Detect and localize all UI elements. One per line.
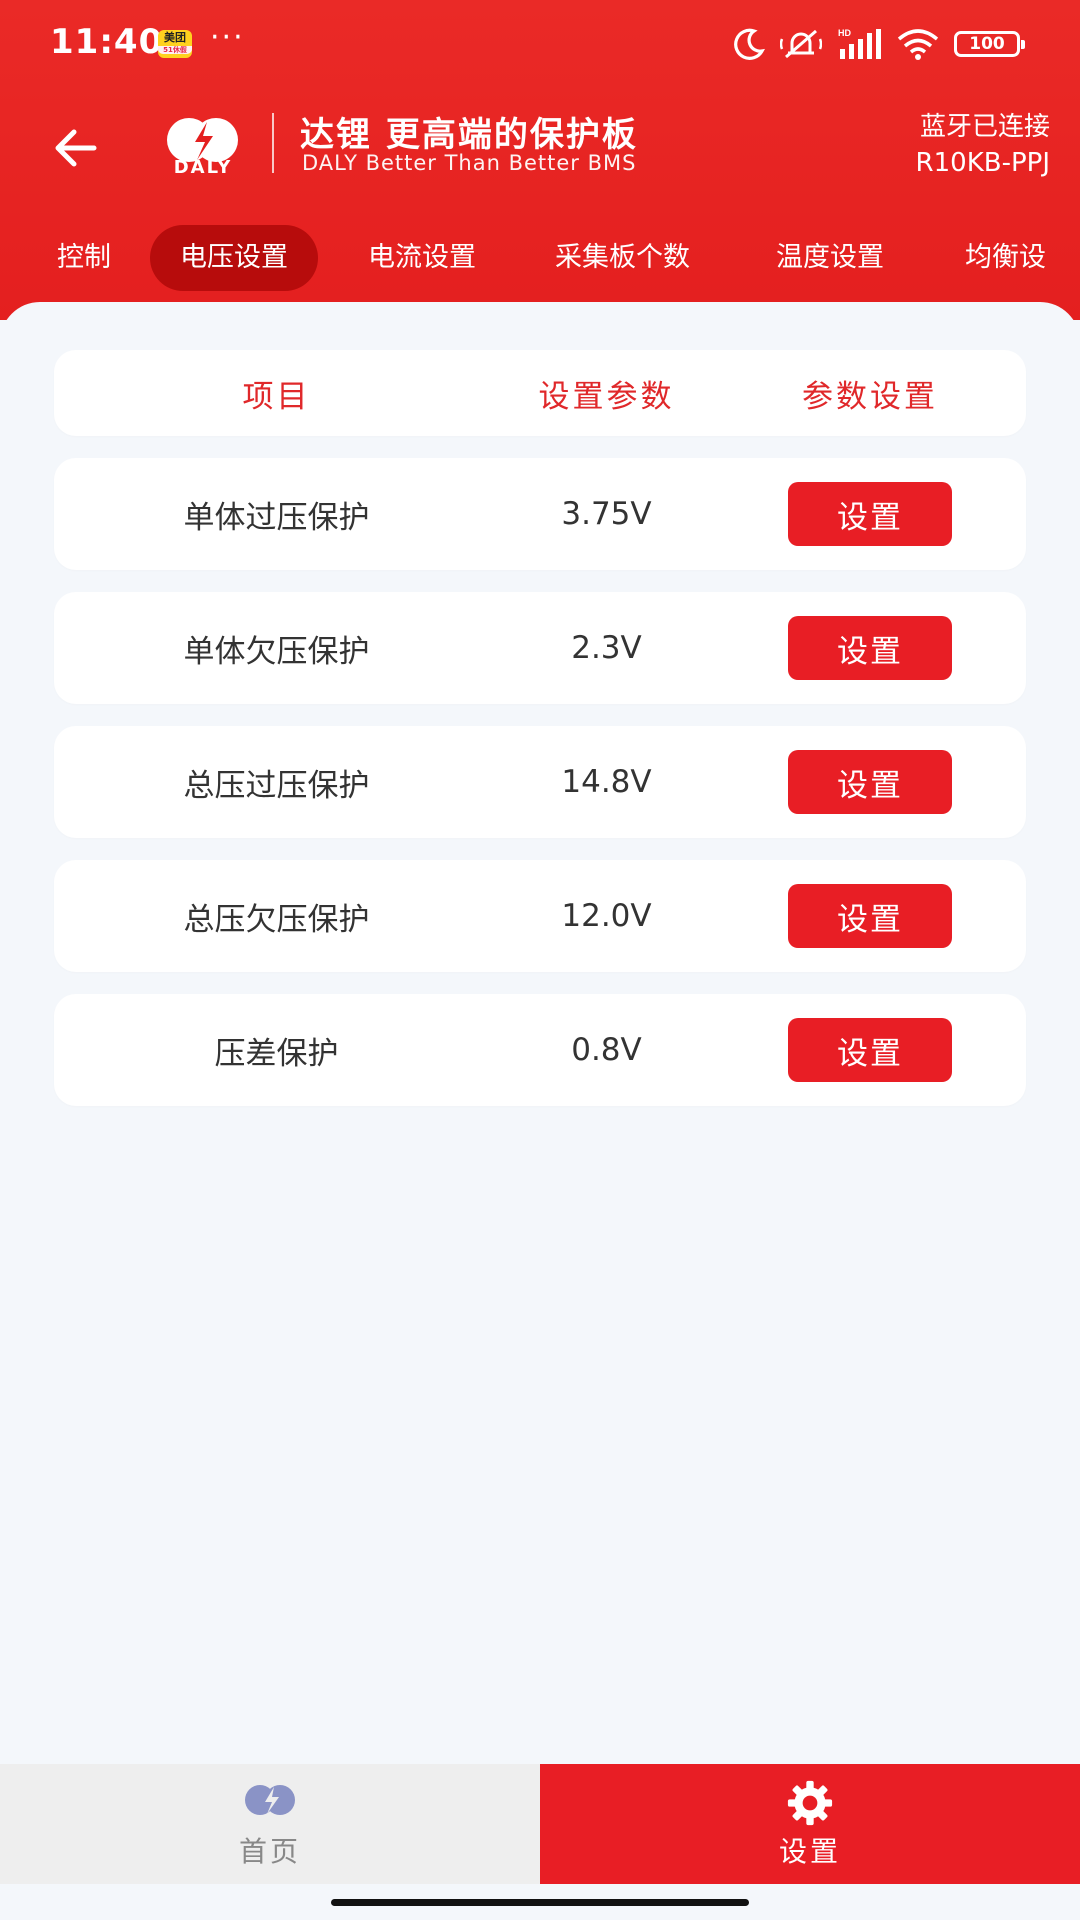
set-cell-undervoltage-button[interactable]: 设置: [788, 616, 952, 680]
daly-logo-icon: [167, 118, 238, 162]
set-voltage-diff-button[interactable]: 设置: [788, 1018, 952, 1082]
app-header: 11:40 美团 51休假 ··· HD 100 DALY 达锂 更高端的保护板 …: [0, 0, 1080, 320]
signal-hd-icon: HD: [838, 28, 881, 59]
table-row: 单体欠压保护 2.3V 设置: [54, 592, 1026, 704]
table-header: 项目 设置参数 参数设置: [54, 350, 1026, 436]
set-total-overvoltage-button[interactable]: 设置: [788, 750, 952, 814]
row-value: 3.75V: [561, 496, 652, 532]
row-item-label: 单体欠压保护: [183, 633, 370, 670]
nav-settings-label: 设置: [778, 1835, 841, 1868]
row-value: 14.8V: [561, 764, 652, 800]
table-row: 总压过压保护 14.8V 设置: [54, 726, 1026, 838]
wifi-icon: [897, 29, 939, 60]
table-row: 总压欠压保护 12.0V 设置: [54, 860, 1026, 972]
bluetooth-status-text: 蓝牙已连接: [919, 112, 1050, 142]
connection-status: 蓝牙已连接 R10KB-PPJ: [916, 109, 1050, 181]
tab-current-settings[interactable]: 电流设置: [368, 225, 476, 291]
divider: [272, 113, 274, 173]
daly-home-icon: [245, 1785, 295, 1815]
row-item-label: 单体过压保护: [183, 499, 370, 536]
tab-control[interactable]: 控制: [57, 225, 111, 291]
battery-icon: 100: [954, 31, 1025, 57]
settings-tabs: 控制 电压设置 电流设置 采集板个数 温度设置 均衡设: [0, 225, 1080, 295]
more-notifications-icon: ···: [210, 20, 245, 55]
moon-icon: [734, 28, 765, 60]
row-item-label: 总压过压保护: [183, 767, 370, 804]
brand-subtitle: DALY Better Than Better BMS: [302, 151, 637, 175]
set-total-undervoltage-button[interactable]: 设置: [788, 884, 952, 948]
nav-settings-tab[interactable]: 设置: [540, 1764, 1080, 1884]
gear-icon: [787, 1780, 833, 1826]
meituan-app-icon: 美团 51休假: [158, 30, 192, 58]
settings-content: 项目 设置参数 参数设置 单体过压保护 3.75V 设置 单体欠压保护 2.3V…: [0, 302, 1080, 1764]
header-action: 参数设置: [802, 378, 938, 415]
tab-board-count[interactable]: 采集板个数: [555, 225, 690, 291]
nav-home-tab[interactable]: 首页: [0, 1764, 540, 1884]
tab-balance-settings[interactable]: 均衡设: [965, 225, 1046, 291]
row-item-label: 压差保护: [214, 1035, 339, 1072]
app-bar: DALY 达锂 更高端的保护板 DALY Better Than Better …: [0, 95, 1080, 200]
header-item: 项目: [242, 378, 311, 415]
status-bar: 11:40 美团 51休假 ··· HD 100: [0, 0, 1080, 90]
tab-temperature-settings[interactable]: 温度设置: [776, 225, 884, 291]
set-cell-overvoltage-button[interactable]: 设置: [788, 482, 952, 546]
row-value: 2.3V: [571, 630, 642, 666]
logo-text: DALY: [173, 157, 233, 178]
bottom-nav: 首页 设置: [0, 1764, 1080, 1884]
row-item-label: 总压欠压保护: [183, 901, 370, 938]
table-row: 单体过压保护 3.75V 设置: [54, 458, 1026, 570]
row-value: 0.8V: [571, 1032, 642, 1068]
row-value: 12.0V: [561, 898, 652, 934]
home-indicator[interactable]: [331, 1899, 749, 1906]
brand-title: 达锂 更高端的保护板: [300, 115, 638, 155]
status-time: 11:40: [50, 22, 164, 62]
silent-bell-icon: [780, 29, 822, 59]
back-arrow-icon[interactable]: [48, 120, 104, 176]
svg-text:HD: HD: [838, 28, 851, 38]
nav-home-label: 首页: [238, 1835, 301, 1868]
header-value: 设置参数: [538, 378, 675, 415]
tab-voltage-settings[interactable]: 电压设置: [150, 225, 318, 291]
table-row: 压差保护 0.8V 设置: [54, 994, 1026, 1106]
device-name: R10KB-PPJ: [915, 148, 1050, 178]
